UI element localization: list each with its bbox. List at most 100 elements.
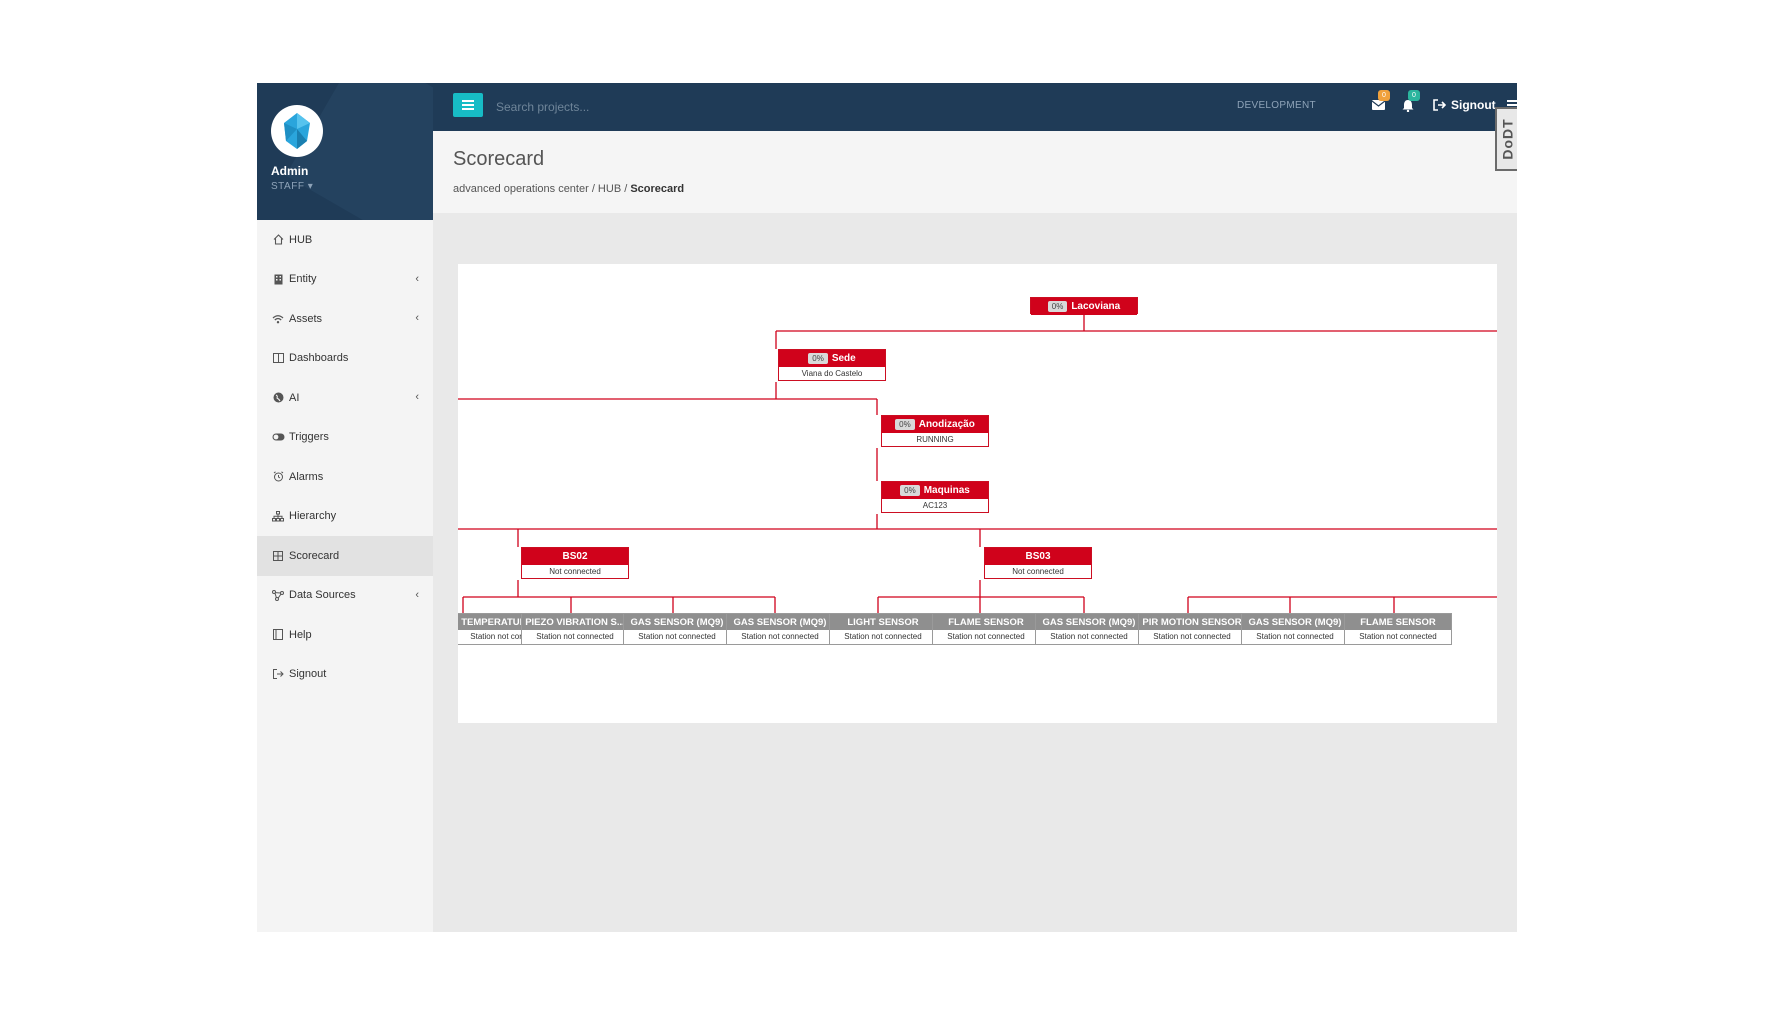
breadcrumb: advanced operations center / HUB / Score… (453, 183, 684, 195)
table-icon (271, 549, 285, 563)
signout-link[interactable]: Signout (1433, 98, 1496, 112)
node-title: Anodização (918, 419, 975, 430)
chevron-left-icon: ‹ (415, 588, 419, 601)
node-sede[interactable]: 0% Sede Viana do Castelo (778, 349, 886, 381)
signout-label: Signout (1451, 98, 1496, 112)
breadcrumb-path[interactable]: advanced operations center / HUB / (453, 183, 627, 195)
sitemap-icon (271, 509, 285, 523)
sidebar-item-scorecard[interactable]: Scorecard (257, 536, 433, 576)
alarm-clock-icon (271, 470, 285, 484)
sidebar-item-hub[interactable]: HUB (257, 220, 433, 260)
sensor-title: PIR MOTION SENSOR (1139, 614, 1245, 630)
profile-panel: Admin STAFF ▾ (257, 83, 433, 220)
sensor-node[interactable]: FLAME SENSOR Station not connected (932, 613, 1040, 645)
node-percent: 0% (900, 485, 920, 496)
node-header: BS03 (985, 548, 1091, 565)
book-icon (271, 628, 285, 642)
sidebar-item-label: HUB (289, 233, 313, 246)
node-percent: 0% (1047, 301, 1068, 312)
ribbon-text: DoDT (1500, 118, 1517, 160)
sensor-title: GAS SENSOR (MQ9) (1242, 614, 1348, 630)
environment-label: DEVELOPMENT (1237, 100, 1316, 111)
home-icon (271, 233, 285, 247)
sidebar-item-signout[interactable]: Signout (257, 655, 433, 695)
node-lacoviana[interactable]: 0% Lacoviana (1030, 297, 1138, 315)
node-header: 0% Sede (779, 350, 885, 367)
sidebar-item-entity[interactable]: Entity ‹ (257, 260, 433, 300)
mail-button[interactable]: 0 (1370, 90, 1390, 113)
chevron-left-icon: ‹ (415, 391, 419, 403)
node-maquinas[interactable]: 0% Maquinas AC123 (881, 481, 989, 513)
profile-name: Admin (271, 164, 309, 178)
sidebar-item-dashboards[interactable]: Dashboards (257, 339, 433, 379)
scorecard-canvas: 0% Lacoviana 0% Sede Viana do Castelo 0% Anodi… (458, 264, 1497, 723)
node-title: Lacoviana (1071, 301, 1121, 312)
sensor-node[interactable]: GAS SENSOR (MQ9) Station not connected (623, 613, 731, 645)
mail-icon (1371, 100, 1385, 110)
node-header: BS02 (522, 548, 628, 565)
wifi-icon (271, 312, 285, 326)
node-percent: 0% (808, 353, 828, 364)
sidebar-item-label: Hierarchy (289, 510, 337, 523)
sensor-status: Station not connected (1153, 632, 1231, 641)
sensor-status: Station not connected (741, 632, 819, 641)
sensor-node[interactable]: FLAME SENSOR Station not connected (1344, 613, 1452, 645)
node-title: Sede (831, 353, 856, 364)
sidebar-item-label: Signout (289, 668, 327, 681)
sensor-node[interactable]: PIEZO VIBRATION S... Station not connecte… (521, 613, 629, 645)
page-title: Scorecard (453, 148, 545, 170)
share-nodes-icon (271, 588, 285, 602)
app-window: Admin STAFF ▾ HUB Entity ‹ Assets ‹ Dashboard… (257, 83, 1517, 932)
sensor-status: Station not connected (1050, 632, 1128, 641)
notifications-button[interactable]: 0 (1400, 90, 1420, 113)
top-navbar: DEVELOPMENT 0 0 Signout (433, 83, 1517, 131)
signout-icon (1433, 99, 1446, 111)
node-subtitle: Not connected (1012, 567, 1064, 576)
menu-toggle-button[interactable] (453, 93, 483, 117)
dodt-ribbon[interactable]: DoDT (1495, 107, 1517, 171)
crystal-logo-icon (284, 113, 310, 149)
sensor-status: Station not connected (947, 632, 1025, 641)
node-header: 0% Lacoviana (1031, 298, 1137, 315)
hamburger-icon (462, 100, 474, 110)
sensor-node[interactable]: GAS SENSOR (MQ9) Station not connected (1241, 613, 1349, 645)
sidebar-item-label: Dashboards (289, 352, 349, 365)
sidebar-item-ai[interactable]: AI ‹ (257, 378, 433, 418)
sensor-status: Station not connected (536, 632, 614, 641)
node-bs03[interactable]: BS03 Not connected (984, 547, 1092, 579)
sidebar-item-data-sources[interactable]: Data Sources ‹ (257, 576, 433, 616)
sidebar-item-help[interactable]: Help (257, 615, 433, 655)
sidebar-item-alarms[interactable]: Alarms (257, 457, 433, 497)
sensor-title: FLAME SENSOR (933, 614, 1039, 630)
node-title: BS03 (1025, 551, 1051, 562)
mail-badge: 0 (1378, 90, 1390, 101)
sensor-title: GAS SENSOR (MQ9) (624, 614, 730, 630)
sensor-node[interactable]: GAS SENSOR (MQ9) Station not connected (726, 613, 834, 645)
node-subtitle: RUNNING (916, 435, 954, 444)
sensor-status: Station not connected (638, 632, 716, 641)
sensor-status: Station not connected (1359, 632, 1437, 641)
globe-icon (271, 391, 285, 405)
sidebar-item-triggers[interactable]: Triggers (257, 418, 433, 458)
sensor-title: GAS SENSOR (MQ9) (1036, 614, 1142, 630)
sensor-node[interactable]: GAS SENSOR (MQ9) Station not connected (1035, 613, 1143, 645)
sidebar-item-assets[interactable]: Assets ‹ (257, 299, 433, 339)
node-header: 0% Maquinas (882, 482, 988, 499)
chevron-left-icon: ‹ (415, 312, 419, 324)
search-input[interactable] (494, 96, 748, 118)
sensor-node[interactable]: PIR MOTION SENSOR Station not connected (1138, 613, 1246, 645)
sidebar-item-label: Entity (289, 273, 317, 286)
node-subtitle: Not connected (549, 567, 601, 576)
columns-icon (271, 351, 285, 365)
profile-role-dropdown[interactable]: STAFF ▾ (271, 181, 313, 192)
sidebar-item-hierarchy[interactable]: Hierarchy (257, 497, 433, 537)
node-header: 0% Anodização (882, 416, 988, 433)
node-anodizacao[interactable]: 0% Anodização RUNNING (881, 415, 989, 447)
node-subtitle (1031, 315, 1137, 329)
node-bs02[interactable]: BS02 Not connected (521, 547, 629, 579)
avatar[interactable] (271, 105, 323, 157)
sensor-node[interactable]: LIGHT SENSOR Station not connected (829, 613, 937, 645)
sidebar-item-label: Triggers (289, 431, 329, 444)
sensor-status: Station not connected (844, 632, 922, 641)
sensor-title: LIGHT SENSOR (830, 614, 936, 630)
